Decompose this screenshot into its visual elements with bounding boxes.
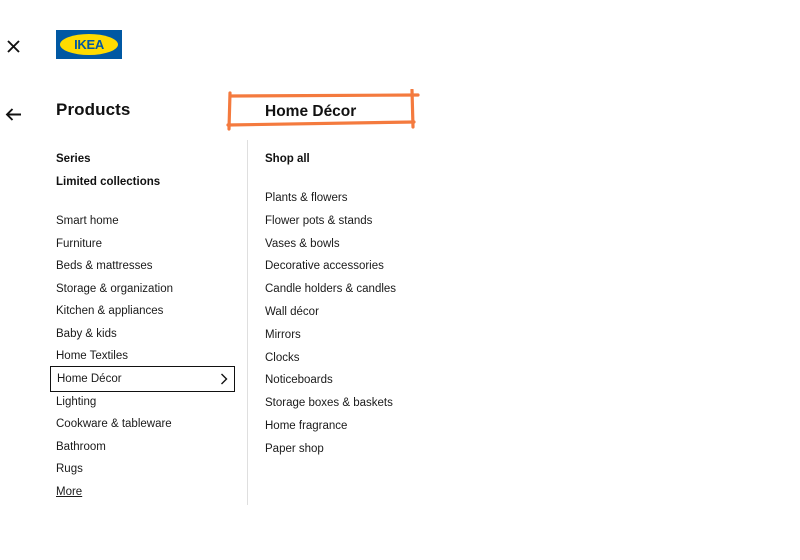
column-divider xyxy=(247,140,248,505)
sidebar-item-more[interactable]: More xyxy=(56,481,241,503)
close-glyph xyxy=(6,39,20,53)
browser-preview-panel: Tempe xyxy=(487,0,800,560)
subcategory-wall-decor[interactable]: Wall décor xyxy=(265,301,465,323)
sidebar-item-home-decor[interactable]: Home Décor xyxy=(50,365,235,392)
sidebar-item-home-textiles[interactable]: Home Textiles xyxy=(56,345,241,367)
sidebar-item-cookware-tableware[interactable]: Cookware & tableware xyxy=(56,413,241,435)
category-label: Rugs xyxy=(56,463,83,475)
category-label: Furniture xyxy=(56,237,103,250)
sidebar-item-beds-mattresses[interactable]: Beds & mattresses xyxy=(56,255,241,277)
app-window: IKEA Products Series Limited collections… xyxy=(0,0,800,560)
category-label: Bathroom xyxy=(56,440,106,453)
more-label: More xyxy=(56,485,83,498)
close-icon[interactable] xyxy=(0,33,26,59)
shop-all-link[interactable]: Shop all xyxy=(265,148,465,171)
sidebar-item-limited-collections[interactable]: Limited collections xyxy=(56,171,241,194)
category-label: Storage & organization xyxy=(56,282,173,295)
category-label: Home Décor xyxy=(57,372,122,385)
subcategory-home-fragrance[interactable]: Home fragrance xyxy=(265,415,465,437)
chevron-right-icon xyxy=(220,373,228,385)
subcategory-paper-shop[interactable]: Paper shop xyxy=(265,438,465,460)
sidebar-item-baby-kids[interactable]: Baby & kids xyxy=(56,323,241,345)
products-menu-panel: IKEA Products Series Limited collections… xyxy=(0,0,487,560)
subcategory-noticeboards[interactable]: Noticeboards xyxy=(265,369,465,391)
subcategory-decorative-accessories[interactable]: Decorative accessories xyxy=(265,255,465,277)
category-label: Baby & kids xyxy=(56,327,117,340)
chevron-glyph xyxy=(221,373,228,384)
sidebar-item-rugs[interactable]: Rugs xyxy=(56,458,241,480)
category-label: Lighting xyxy=(56,395,97,408)
subcategory-storage-boxes-baskets[interactable]: Storage boxes & baskets xyxy=(265,392,465,414)
category-label: Kitchen & appliances xyxy=(56,305,164,317)
sidebar-item-lighting[interactable]: Lighting xyxy=(56,391,241,413)
subcategory-list: Shop all Plants & flowers Flower pots & … xyxy=(265,148,465,461)
logo-oval: IKEA xyxy=(60,34,118,55)
logo-wordmark: IKEA xyxy=(74,37,104,52)
subcategory-candle-holders-candles[interactable]: Candle holders & candles xyxy=(265,278,465,300)
subcategory-mirrors[interactable]: Mirrors xyxy=(265,324,465,346)
page-title: Products xyxy=(56,100,131,119)
sidebar-item-furniture[interactable]: Furniture xyxy=(56,233,241,255)
category-label: Beds & mattresses xyxy=(56,260,153,272)
sidebar-item-smart-home[interactable]: Smart home xyxy=(56,210,241,232)
category-label: Cookware & tableware xyxy=(56,418,172,430)
category-list: Series Limited collections Smart home Fu… xyxy=(50,148,241,503)
subcategory-vases-bowls[interactable]: Vases & bowls xyxy=(265,233,465,255)
subcategory-flower-pots-stands[interactable]: Flower pots & stands xyxy=(265,210,465,232)
ikea-logo[interactable]: IKEA xyxy=(56,30,122,59)
subcategory-title: Home Décor xyxy=(265,103,357,120)
subcategory-plants-flowers[interactable]: Plants & flowers xyxy=(265,187,465,209)
sidebar-item-storage-organization[interactable]: Storage & organization xyxy=(56,278,241,300)
back-arrow-icon[interactable] xyxy=(0,101,26,127)
category-label: Smart home xyxy=(56,215,119,227)
sidebar-item-series[interactable]: Series xyxy=(56,148,241,171)
sidebar-item-kitchen-appliances[interactable]: Kitchen & appliances xyxy=(56,300,241,322)
back-arrow-glyph xyxy=(5,107,21,121)
category-label: Home Textiles xyxy=(56,350,129,362)
subcategory-clocks[interactable]: Clocks xyxy=(265,347,465,369)
sidebar-item-bathroom[interactable]: Bathroom xyxy=(56,436,241,458)
